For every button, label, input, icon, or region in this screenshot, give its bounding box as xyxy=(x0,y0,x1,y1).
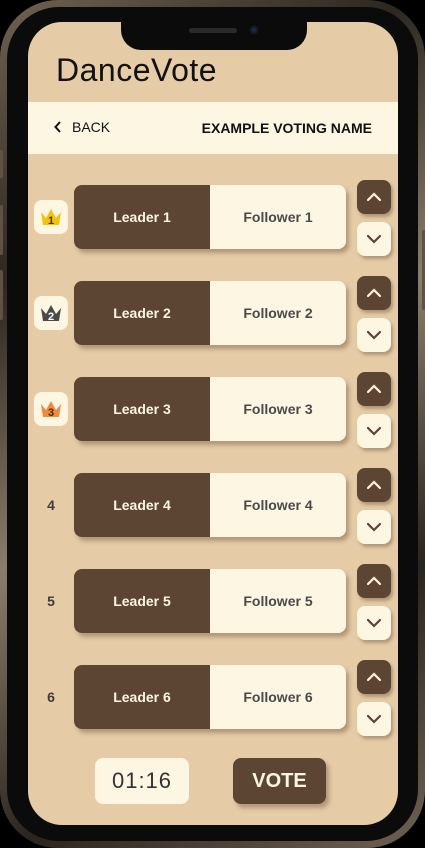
couple-card: Leader 2 Follower 2 xyxy=(74,281,346,345)
move-down-button[interactable] xyxy=(357,414,391,448)
speaker xyxy=(189,28,237,33)
follower-name: Follower 1 xyxy=(210,185,346,249)
ranking-row: 4 Leader 4 Follower 4 xyxy=(28,468,398,544)
chevron-up-icon xyxy=(366,288,382,298)
chevron-down-icon xyxy=(366,618,382,628)
move-up-button[interactable] xyxy=(357,660,391,694)
rank-badge: 2 xyxy=(34,296,68,330)
volume-down-button xyxy=(0,270,3,320)
move-down-button[interactable] xyxy=(357,702,391,736)
ranking-row: 3 Leader 3 Follower 3 xyxy=(28,372,398,448)
move-down-button[interactable] xyxy=(357,510,391,544)
move-up-button[interactable] xyxy=(357,468,391,502)
leader-name: Leader 5 xyxy=(74,569,210,633)
leader-name: Leader 6 xyxy=(74,665,210,729)
leader-name: Leader 4 xyxy=(74,473,210,537)
couple-card: Leader 4 Follower 4 xyxy=(74,473,346,537)
rank-badge: 3 xyxy=(34,392,68,426)
follower-name: Follower 2 xyxy=(210,281,346,345)
chevron-up-icon xyxy=(366,192,382,202)
chevron-down-icon xyxy=(366,714,382,724)
leader-name: Leader 3 xyxy=(74,377,210,441)
chevron-down-icon xyxy=(366,330,382,340)
rank-number: 4 xyxy=(47,497,55,513)
move-up-button[interactable] xyxy=(357,372,391,406)
app-title: DanceVote xyxy=(56,52,218,88)
rank-number: 6 xyxy=(47,689,55,705)
top-bar: BACK EXAMPLE VOTING NAME xyxy=(28,102,398,154)
voting-name: EXAMPLE VOTING NAME xyxy=(201,120,372,136)
ranking-row: 6 Leader 6 Follower 6 xyxy=(28,660,398,736)
bronze-crown-icon: 3 xyxy=(34,392,68,426)
svg-text:2: 2 xyxy=(48,311,54,323)
silver-crown-icon: 2 xyxy=(34,296,68,330)
move-down-button[interactable] xyxy=(357,318,391,352)
volume-up-button xyxy=(0,205,3,255)
couple-card: Leader 3 Follower 3 xyxy=(74,377,346,441)
back-label: BACK xyxy=(72,119,111,135)
chevron-down-icon xyxy=(366,522,382,532)
countdown-timer: 01:16 xyxy=(95,758,189,804)
couple-card: Leader 1 Follower 1 xyxy=(74,185,346,249)
ranking-row: 2 Leader 2 Follower 2 xyxy=(28,276,398,352)
chevron-up-icon xyxy=(366,672,382,682)
chevron-down-icon xyxy=(366,234,382,244)
move-down-button[interactable] xyxy=(357,222,391,256)
couple-card: Leader 6 Follower 6 xyxy=(74,665,346,729)
back-button[interactable]: BACK xyxy=(54,119,110,135)
chevron-up-icon xyxy=(366,576,382,586)
follower-name: Follower 3 xyxy=(210,377,346,441)
move-down-button[interactable] xyxy=(357,606,391,640)
chevron-down-icon xyxy=(366,426,382,436)
ranking-row: 5 Leader 5 Follower 5 xyxy=(28,564,398,640)
rank-badge: 6 xyxy=(34,680,68,714)
svg-text:3: 3 xyxy=(48,407,54,419)
follower-name: Follower 5 xyxy=(210,569,346,633)
vote-button[interactable]: VOTE xyxy=(233,758,326,804)
rank-badge: 1 xyxy=(34,200,68,234)
ranking-row: 1 Leader 1 Follower 1 xyxy=(28,180,398,256)
svg-text:1: 1 xyxy=(48,215,54,227)
app-screen: DanceVote BACK EXAMPLE VOTING NAME 1 Lea… xyxy=(28,22,398,825)
leader-name: Leader 1 xyxy=(74,185,210,249)
leader-name: Leader 2 xyxy=(74,281,210,345)
rank-badge: 5 xyxy=(34,584,68,618)
rank-badge: 4 xyxy=(34,488,68,522)
follower-name: Follower 4 xyxy=(210,473,346,537)
phone-frame: DanceVote BACK EXAMPLE VOTING NAME 1 Lea… xyxy=(0,0,425,848)
mute-switch xyxy=(0,150,3,178)
couple-card: Leader 5 Follower 5 xyxy=(74,569,346,633)
move-up-button[interactable] xyxy=(357,180,391,214)
chevron-up-icon xyxy=(366,384,382,394)
gold-crown-icon: 1 xyxy=(34,200,68,234)
chevron-left-icon xyxy=(54,121,61,133)
follower-name: Follower 6 xyxy=(210,665,346,729)
notch xyxy=(121,22,307,50)
chevron-up-icon xyxy=(366,480,382,490)
move-up-button[interactable] xyxy=(357,564,391,598)
move-up-button[interactable] xyxy=(357,276,391,310)
front-camera xyxy=(249,25,259,35)
rank-number: 5 xyxy=(47,593,55,609)
